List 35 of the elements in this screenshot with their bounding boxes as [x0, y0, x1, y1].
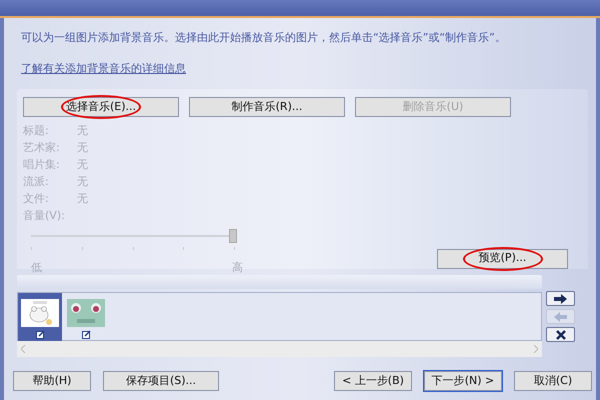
tick-mark [82, 247, 83, 250]
intro-text: 可以为一组图片添加背景音乐。选择由此开始播放音乐的图片，然后单击“选择音乐”或“制作音乐”。 [21, 30, 507, 46]
help-link[interactable]: 了解有关添加背景音乐的详细信息 [21, 60, 186, 77]
property-value: 无 [77, 140, 88, 156]
edit-icon[interactable] [36, 330, 44, 339]
footer-button[interactable]: 下一步(N) > [424, 371, 502, 391]
property-label: 标题: [23, 123, 50, 140]
property-label: 流派: [23, 174, 50, 190]
property-label: 艺术家: [23, 140, 61, 156]
close-icon [556, 330, 566, 340]
property-label: 文件: [23, 191, 50, 208]
filmstrip-button[interactable] [546, 291, 575, 306]
footer-button[interactable]: 帮助(H) [13, 371, 91, 391]
tick-mark [31, 247, 32, 250]
music-button[interactable]: 选择音乐(E)... [23, 97, 179, 117]
preview-button[interactable]: 预览(P)... [437, 248, 568, 268]
edit-icon[interactable] [82, 330, 90, 339]
volume-low-label: 低 [31, 260, 42, 276]
tick-mark [234, 247, 235, 250]
property-value: 无 [77, 191, 88, 208]
volume-high-label: 高 [232, 260, 243, 276]
arrow-right-icon [554, 294, 567, 304]
footer-button[interactable]: 保存项目(S)... [103, 371, 219, 391]
filmstrip-button[interactable] [546, 327, 575, 342]
property-value: 无 [77, 174, 88, 190]
footer-button[interactable]: 取消(C) [514, 371, 592, 391]
music-button[interactable]: 制作音乐(R)... [189, 97, 345, 117]
property-value: 无 [77, 157, 88, 174]
footer-button[interactable]: < 上一步(B) [334, 371, 412, 391]
volume-slider-thumb[interactable] [229, 229, 237, 243]
volume-label: 音量(V): [23, 208, 65, 224]
thumbnail[interactable] [18, 293, 62, 341]
property-value: 无 [77, 123, 88, 140]
property-label: 唱片集: [23, 157, 61, 174]
arrow-left-icon [554, 312, 567, 322]
